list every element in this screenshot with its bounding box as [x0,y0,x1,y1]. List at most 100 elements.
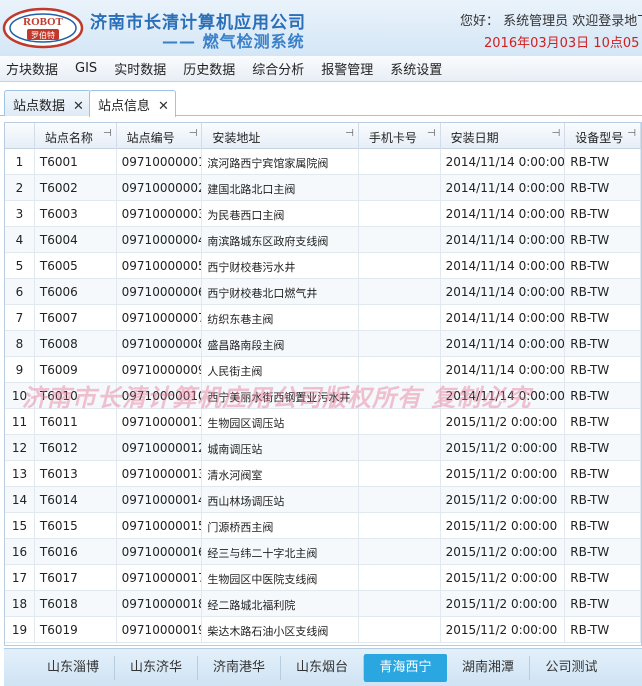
region-tab-xiangtan[interactable]: 湖南湘潭 [447,655,530,680]
table-row[interactable]: 10 T6010 09710000010 西宁美丽水街西钢置业污水井 2014/11/1… [5,383,641,409]
region-tab-jihua[interactable]: 山东济华 [115,655,198,680]
device-model-cell: RB-TW [565,227,641,253]
table-row[interactable]: 2 T6002 09710000002 建国北路北口主阀 2014/11/14 0:00… [5,175,641,201]
station-name-cell: T6018 [35,591,117,617]
tab-station-info[interactable]: 站点信息 ✕ [89,90,176,117]
close-icon[interactable]: ✕ [73,99,84,114]
device-model-cell: RB-TW [565,305,641,331]
row-number-header [5,123,35,149]
station-name-cell: T6004 [35,227,117,253]
close-icon[interactable]: ✕ [158,99,169,114]
device-model-cell: RB-TW [565,253,641,279]
table-row[interactable]: 8 T6008 09710000008 盛昌路南段主阀 2014/11/14 0:00:… [5,331,641,357]
station-name-cell: T6015 [35,513,117,539]
table-row[interactable]: 11 T6011 09710000011 生物园区调压站 2015/11/2 0:00:… [5,409,641,435]
table-row[interactable]: 6 T6006 09710000006 西宁财校巷北口燃气井 2014/11/14 0:… [5,279,641,305]
station-id-cell: 09710000008 [117,331,203,357]
station-id-cell: 09710000018 [117,591,203,617]
menu-item-alarm[interactable]: 报警管理 [315,59,384,78]
table-row[interactable]: 13 T6013 09710000013 清水河阀室 2015/11/2 0:00:00… [5,461,641,487]
install-date-cell: 2015/11/2 0:00:00 [441,617,566,643]
table-row[interactable]: 16 T6016 09710000016 经三与纬二十字北主阀 2015/11/2 0:… [5,539,641,565]
table-row[interactable]: 7 T6007 09710000007 纺织东巷主阀 2014/11/14 0:00:0… [5,305,641,331]
install-date-cell: 2015/11/2 0:00:00 [441,513,566,539]
row-number: 13 [5,461,35,487]
address-cell: 为民巷西口主阀 [202,201,359,227]
region-tab-xining[interactable]: 青海西宁 [364,653,447,682]
device-model-cell: RB-TW [565,383,641,409]
row-number: 11 [5,409,35,435]
sim-card-cell [359,487,441,513]
address-cell: 柴达木路石油小区支线阀 [202,617,359,643]
station-id-cell: 09710000005 [117,253,203,279]
table-row[interactable]: 12 T6012 09710000012 城南调压站 2015/11/2 0:00:00… [5,435,641,461]
table-row[interactable]: 17 T6017 09710000017 生物园区中医院支线阀 2015/11/2 0:… [5,565,641,591]
pin-icon[interactable]: ⊣ [552,128,561,139]
menu-item-realtime[interactable]: 实时数据 [108,59,177,78]
station-name-cell: T6017 [35,565,117,591]
pin-icon[interactable]: ⊣ [189,128,198,139]
table-row[interactable]: 15 T6015 09710000015 门源桥西主阀 2015/11/2 0:00:0… [5,513,641,539]
table-row[interactable]: 4 T6004 09710000004 南滨路城东区政府支线阀 2014/11/14 0… [5,227,641,253]
address-cell: 西宁财校巷北口燃气井 [202,279,359,305]
table-row[interactable]: 1 T6001 09710000001 滨河路西宁宾馆家属院阀 2014/11/14 0… [5,149,641,175]
station-name-cell: T6002 [35,175,117,201]
device-model-cell: RB-TW [565,539,641,565]
pin-icon[interactable]: ⊣ [427,128,436,139]
menu-item-history[interactable]: 历史数据 [177,59,246,78]
address-cell: 经二路城北福利院 [202,591,359,617]
device-model-cell: RB-TW [565,201,641,227]
address-cell: 清水河阀室 [202,461,359,487]
tab-station-data[interactable]: 站点数据 ✕ [4,90,91,116]
pin-icon[interactable]: ⊣ [627,128,636,139]
region-tab-jinan-ganghua[interactable]: 济南港华 [198,655,281,680]
region-tab-yantai[interactable]: 山东烟台 [281,655,364,680]
station-id-cell: 09710000001 [117,149,203,175]
menu-item-gis[interactable]: GIS [69,61,108,76]
menu-item-settings[interactable]: 系统设置 [384,59,453,78]
address-cell: 西山林场调压站 [202,487,359,513]
install-date-cell: 2014/11/14 0:00:00 [441,357,566,383]
region-tab-zibo[interactable]: 山东淄博 [32,655,115,680]
sim-card-cell [359,539,441,565]
tab-label: 站点数据 [13,99,66,114]
column-header-station-name[interactable]: 站点名称 ⊣ [35,123,117,149]
sim-card-cell [359,461,441,487]
menu-item-block-data[interactable]: 方块数据 [0,59,69,78]
table-row[interactable]: 14 T6014 09710000014 西山林场调压站 2015/11/2 0:00:… [5,487,641,513]
app-header: ROBOT 罗伯特 济南市长清计算机应用公司 —— 燃气检测系统 您好： 系统管… [0,0,642,56]
install-date-cell: 2014/11/14 0:00:00 [441,201,566,227]
menu-item-analysis[interactable]: 综合分析 [246,59,315,78]
row-number: 14 [5,487,35,513]
column-header-station-id[interactable]: 站点编号 ⊣ [117,123,203,149]
table-row[interactable]: 5 T6005 09710000005 西宁财校巷污水井 2014/11/14 0:00… [5,253,641,279]
column-header-address[interactable]: 安装地址 ⊣ [202,123,359,149]
column-header-install-date[interactable]: 安装日期 ⊣ [441,123,566,149]
table-row[interactable]: 9 T6009 09710000009 人民街主阀 2014/11/14 0:00:00… [5,357,641,383]
table-row[interactable]: 3 T6003 09710000003 为民巷西口主阀 2014/11/14 0:00:… [5,201,641,227]
table-row[interactable]: 19 T6019 09710000019 柴达木路石油小区支线阀 2015/11/2 0… [5,617,641,643]
sim-card-cell [359,409,441,435]
table-row[interactable]: 18 T6018 09710000018 经二路城北福利院 2015/11/2 0:00… [5,591,641,617]
device-model-cell: RB-TW [565,487,641,513]
column-header-sim-card[interactable]: 手机卡号 ⊣ [359,123,441,149]
row-number: 15 [5,513,35,539]
address-cell: 西宁财校巷污水井 [202,253,359,279]
column-header-device-model[interactable]: 设备型号 ⊣ [565,123,641,149]
region-tab-company-test[interactable]: 公司测试 [530,656,613,680]
sim-card-cell [359,201,441,227]
station-name-cell: T6012 [35,435,117,461]
install-date-cell: 2014/11/14 0:00:00 [441,331,566,357]
station-name-cell: T6011 [35,409,117,435]
pin-icon[interactable]: ⊣ [103,128,112,139]
row-number: 16 [5,539,35,565]
region-tab-bar: 山东淄博 山东济华 济南港华 山东烟台 青海西宁 湖南湘潭 公司测试 [4,648,642,686]
pin-icon[interactable]: ⊣ [345,128,354,139]
station-id-cell: 09710000014 [117,487,203,513]
address-cell: 建国北路北口主阀 [202,175,359,201]
sim-card-cell [359,591,441,617]
row-number: 1 [5,149,35,175]
tab-label: 站点信息 [98,99,151,114]
welcome-text: 您好： 系统管理员 欢迎登录地下 [460,14,642,29]
station-grid: 站点名称 ⊣ 站点编号 ⊣ 安装地址 ⊣ 手机卡号 ⊣ 安装日期 ⊣ 设备型号 ⊣ 1 T60… [4,122,642,646]
